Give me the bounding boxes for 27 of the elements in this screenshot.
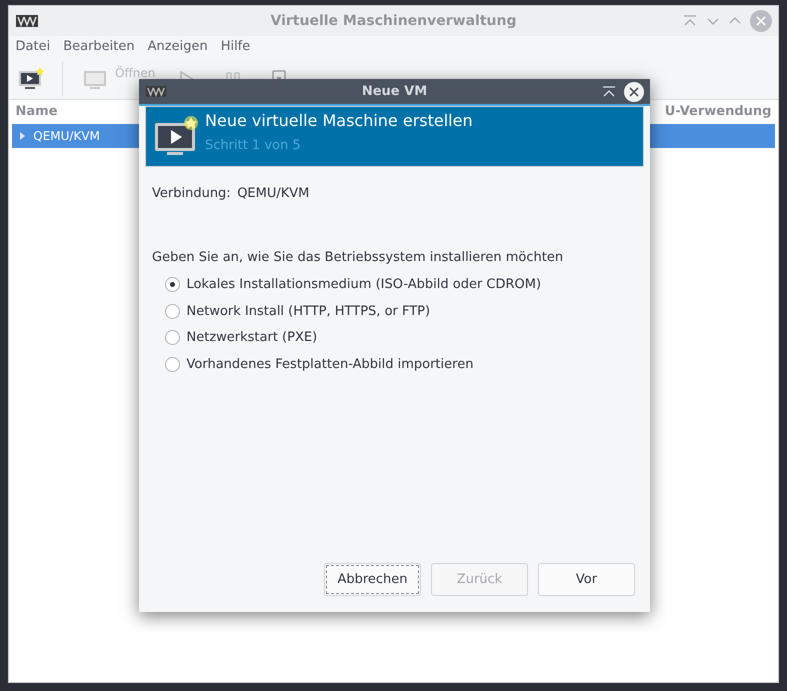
install-prompt: Geben Sie an, wie Sie das Betriebssystem installieren möchten bbox=[152, 248, 564, 266]
dialog-button[interactable]: Vor bbox=[538, 563, 635, 596]
step-indicator: Schritt 1 von 5 bbox=[205, 137, 302, 156]
dialog-button[interactable]: Abbrechen bbox=[324, 563, 421, 596]
dialog-title: Neue VM bbox=[362, 82, 428, 101]
menu-item[interactable]: Hilfe bbox=[220, 37, 250, 57]
radio-button[interactable] bbox=[165, 356, 180, 372]
app-logo-icon bbox=[16, 15, 38, 27]
option-label[interactable]: Network Install (HTTP, HTTPS, or FTP) bbox=[186, 302, 430, 321]
connection-value: QEMU/KVM bbox=[237, 185, 310, 203]
menu-item[interactable]: Bearbeiten bbox=[63, 37, 135, 57]
expander-icon[interactable] bbox=[18, 131, 27, 141]
option-label[interactable]: Vorhandenes Festplatten-Abbild importieren bbox=[186, 354, 474, 374]
menu-item[interactable]: Anzeigen bbox=[148, 37, 208, 57]
column-header[interactable]: Name bbox=[16, 102, 58, 122]
radio-button[interactable] bbox=[165, 304, 180, 319]
radio-button[interactable] bbox=[165, 330, 180, 346]
column-header[interactable]: U-Verwendung bbox=[664, 102, 772, 122]
close-icon[interactable] bbox=[624, 82, 644, 102]
option-label[interactable]: Netzwerkstart (PXE) bbox=[186, 328, 318, 348]
radio-button[interactable] bbox=[165, 277, 180, 292]
header-title: Neue virtuelle Maschine erstellen bbox=[205, 110, 473, 132]
app-logo-icon bbox=[146, 86, 166, 97]
connection-label: Verbindung: bbox=[152, 185, 231, 203]
window-title: Virtuelle Maschinenverwaltung bbox=[270, 12, 516, 30]
menu-item[interactable]: Datei bbox=[16, 37, 50, 57]
option-label[interactable]: Lokales Installationsmedium (ISO-Abbild oder CDROM) bbox=[186, 275, 542, 294]
